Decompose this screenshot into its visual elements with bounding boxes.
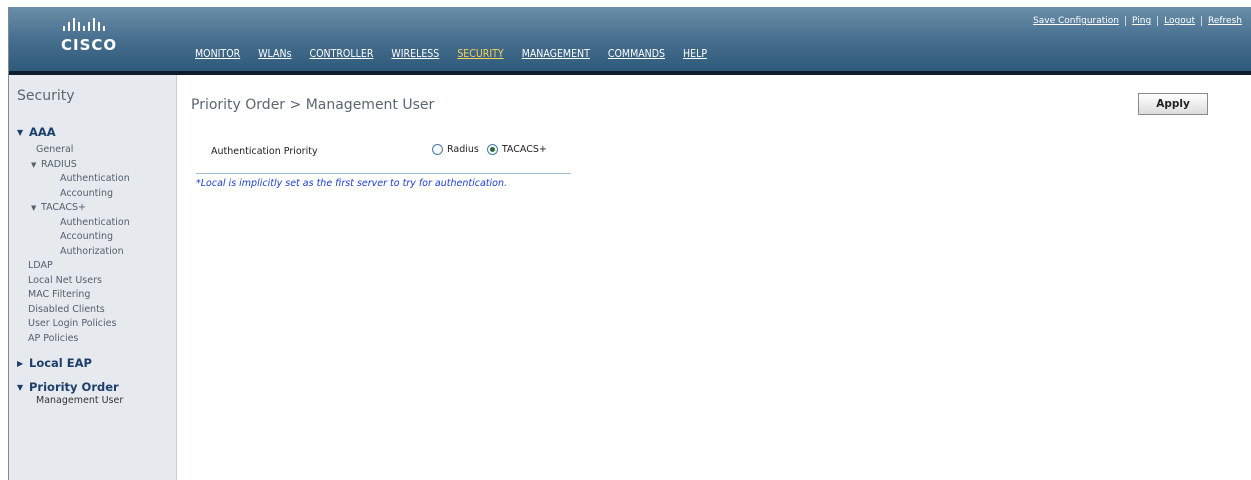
triangle-right-icon: ▶ xyxy=(17,359,24,368)
authentication-priority-label: Authentication Priority xyxy=(211,146,318,157)
sidebar-item-tacacs-authentication[interactable]: Authentication xyxy=(17,216,130,231)
sidebar-item-mac-filtering[interactable]: MAC Filtering xyxy=(17,288,130,303)
sidebar-item-ldap[interactable]: LDAP xyxy=(17,259,130,274)
nav-monitor[interactable]: MONITOR xyxy=(195,48,240,66)
nav-wireless[interactable]: WIRELESS xyxy=(391,48,439,66)
sidebar-group-aaa[interactable]: ▼ AAA xyxy=(17,125,130,139)
ping-link[interactable]: Ping xyxy=(1126,16,1157,26)
main-nav: MONITOR WLANs CONTROLLER WIRELESS SECURI… xyxy=(195,48,725,66)
radius-radio[interactable] xyxy=(432,144,443,155)
sidebar-item-tacacs-accounting[interactable]: Accounting xyxy=(17,230,130,245)
sidebar-item-local-net-users[interactable]: Local Net Users xyxy=(17,274,130,289)
sidebar-item-radius[interactable]: ▼ RADIUS xyxy=(17,158,130,173)
tacacs-radio-label: TACACS+ xyxy=(501,144,547,155)
sidebar-tree: ▼ AAA General ▼ RADIUS Authentication Acco… xyxy=(17,125,130,409)
sidebar-item-disabled-clients[interactable]: Disabled Clients xyxy=(17,303,130,318)
authentication-priority-options: Radius TACACS+ xyxy=(432,144,555,155)
header-bar: CISCO MONITOR WLANs CONTROLLER WIRELESS … xyxy=(9,7,1251,71)
triangle-down-icon: ▼ xyxy=(31,204,37,212)
tacacs-radio[interactable] xyxy=(486,144,498,155)
sidebar-group-local-eap[interactable]: ▶ Local EAP xyxy=(17,356,130,370)
nav-wlans[interactable]: WLANs xyxy=(258,48,291,66)
sidebar-item-general[interactable]: General xyxy=(17,143,130,158)
local-auth-note: *Local is implicitly set as the first se… xyxy=(196,178,507,189)
triangle-down-icon: ▼ xyxy=(17,383,24,392)
triangle-down-icon: ▼ xyxy=(31,160,37,169)
sidebar-item-radius-accounting[interactable]: Accounting xyxy=(17,187,130,202)
triangle-down-icon: ▼ xyxy=(17,128,24,137)
radius-radio-label: Radius xyxy=(447,144,479,155)
sidebar-item-label: RADIUS xyxy=(41,158,77,170)
sidebar-group-label: AAA xyxy=(29,125,56,139)
logout-link[interactable]: Logout xyxy=(1158,16,1201,26)
sidebar-item-label: TACACS+ xyxy=(41,202,86,213)
page-title: Priority Order > Management User xyxy=(191,97,435,113)
sidebar-group-label: Local EAP xyxy=(29,356,92,370)
sidebar-item-ap-policies[interactable]: AP Policies xyxy=(17,332,130,347)
sidebar-title: Security xyxy=(17,88,75,104)
sidebar: Security ▼ AAA General ▼ RADIUS Authentica… xyxy=(9,75,177,480)
sidebar-group-priority-order[interactable]: ▼ Priority Order xyxy=(17,380,130,394)
nav-controller[interactable]: CONTROLLER xyxy=(310,48,374,66)
sidebar-group-label: Priority Order xyxy=(29,380,119,394)
divider xyxy=(196,173,571,174)
sidebar-item-tacacs-authorization[interactable]: Authorization xyxy=(17,245,130,260)
cisco-logo-text: CISCO xyxy=(61,36,118,54)
refresh-link[interactable]: Refresh xyxy=(1202,16,1248,26)
sidebar-item-user-login-policies[interactable]: User Login Policies xyxy=(17,317,130,332)
main-content: Priority Order > Management User Apply A… xyxy=(178,75,1251,480)
app-frame: CISCO MONITOR WLANs CONTROLLER WIRELESS … xyxy=(8,7,1251,480)
sidebar-item-management-user[interactable]: Management User xyxy=(17,394,130,409)
apply-button[interactable]: Apply xyxy=(1138,93,1208,115)
save-configuration-link[interactable]: Save Configuration xyxy=(1027,16,1125,26)
nav-help[interactable]: HELP xyxy=(683,48,707,66)
nav-security[interactable]: SECURITY xyxy=(457,48,503,66)
sidebar-item-tacacs[interactable]: ▼ TACACS+ xyxy=(17,201,130,216)
sidebar-item-radius-authentication[interactable]: Authentication xyxy=(17,172,130,187)
nav-commands[interactable]: COMMANDS xyxy=(608,48,665,66)
utility-links: Save Configuration Ping Logout Refresh xyxy=(1027,16,1248,26)
nav-management[interactable]: MANAGEMENT xyxy=(522,48,590,66)
